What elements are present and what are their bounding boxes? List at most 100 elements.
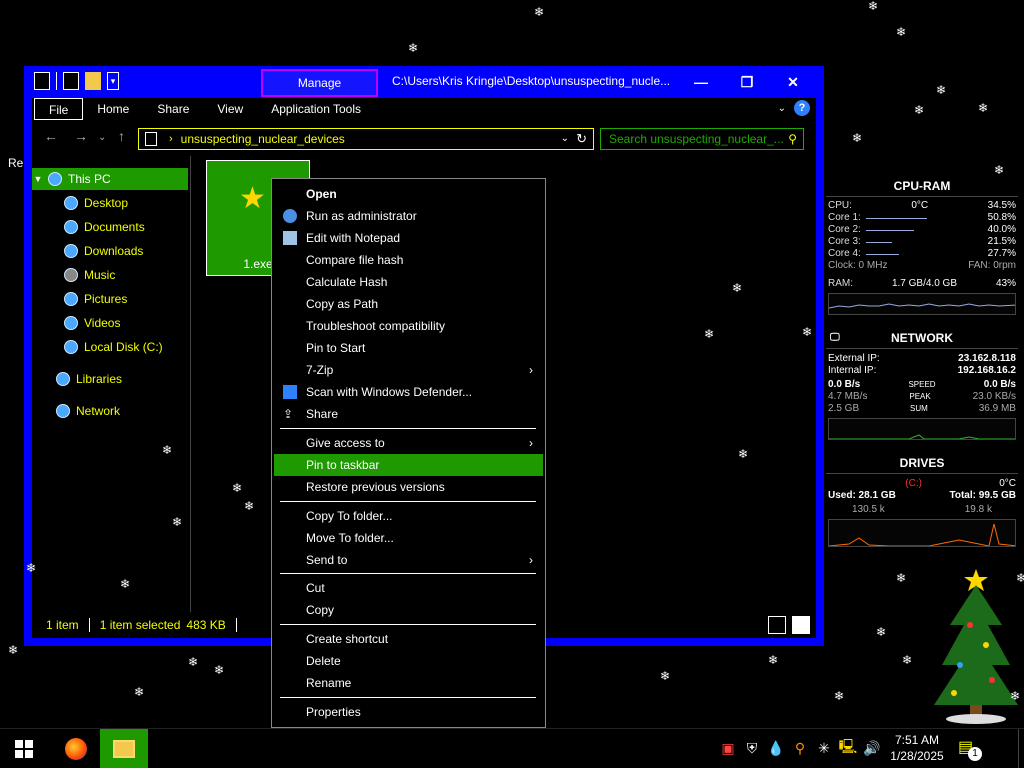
refresh-icon[interactable]: ↻ <box>576 131 587 147</box>
collapse-arrow-icon[interactable]: ▼ <box>32 168 44 190</box>
address-bar[interactable]: › unsuspecting_nuclear_devices ⌄ ↻ <box>138 128 594 150</box>
customize-toolbar-dropdown[interactable]: ▾ <box>107 72 119 90</box>
sidebar-item-documents[interactable]: Documents <box>64 216 145 238</box>
menu-item-label: Copy as Path <box>306 297 379 311</box>
breadcrumb-chevron-icon[interactable]: › <box>169 133 173 145</box>
close-button[interactable]: ✕ <box>770 68 816 96</box>
external-ip: 23.162.8.118 <box>958 353 1016 364</box>
sidebar-item-network[interactable]: Network <box>56 400 120 422</box>
sidebar-item-desktop[interactable]: Desktop <box>64 192 128 214</box>
network-graph-line <box>829 434 1015 439</box>
menu-item-copy[interactable]: Copy <box>274 599 543 621</box>
sidebar-item-pictures[interactable]: Pictures <box>64 288 127 310</box>
notification-center-button[interactable]: ▤ 1 <box>958 737 982 761</box>
breadcrumb[interactable]: unsuspecting_nuclear_devices <box>181 132 345 146</box>
tab-application-tools[interactable]: Application Tools <box>257 98 375 120</box>
title-bar[interactable]: ▾ Manage C:\Users\Kris Kringle\Desktop\u… <box>24 66 824 98</box>
upload-speed: 0.0 B/s <box>983 379 1016 390</box>
back-arrow-icon[interactable]: ← <box>44 128 58 144</box>
menu-item-compare-file-hash[interactable]: Compare file hash <box>274 249 543 271</box>
tray-droplet-icon[interactable]: 💧 <box>766 735 786 761</box>
tab-share[interactable]: Share <box>143 98 203 120</box>
sidebar-item-local-disk[interactable]: Local Disk (C:) <box>64 336 163 358</box>
start-button[interactable] <box>0 729 48 768</box>
sidebar-item-downloads[interactable]: Downloads <box>64 240 143 262</box>
checklist-icon[interactable] <box>63 72 79 90</box>
menu-item-send-to[interactable]: Send to › <box>274 549 543 571</box>
help-icon[interactable]: ? <box>794 100 810 116</box>
menu-item-move-to-folder[interactable]: Move To folder... <box>274 527 543 549</box>
details-view-icon[interactable] <box>768 616 786 634</box>
drive-read-speed: 130.5 k <box>852 504 885 515</box>
address-dropdown-icon[interactable]: ⌄ <box>561 133 569 144</box>
manage-tab[interactable]: Manage <box>261 69 378 97</box>
menu-item-delete[interactable]: Delete <box>274 650 543 672</box>
menu-item-copy-to-folder[interactable]: Copy To folder... <box>274 505 543 527</box>
menu-item-restore-previous[interactable]: Restore previous versions <box>274 476 543 498</box>
network-gadget[interactable]: 🖵 NETWORK External IP: 23.162.8.118 Inte… <box>826 327 1018 447</box>
sidebar-item-label: Documents <box>84 220 145 234</box>
menu-separator <box>280 624 536 625</box>
expand-ribbon-icon[interactable]: ⌄ <box>778 103 786 114</box>
search-icon[interactable]: ⚲ <box>788 129 797 149</box>
gadget-title: DRIVES <box>826 452 1018 474</box>
sidebar-item-music[interactable]: Music <box>64 264 115 286</box>
taskbar-clock[interactable]: 7:51 AM 1/28/2025 <box>888 732 946 764</box>
tab-file[interactable]: File <box>34 98 84 120</box>
menu-item-open[interactable]: Open <box>274 183 543 205</box>
core-row: Core 3: 21.5% <box>826 236 1018 248</box>
menu-item-pin-to-taskbar[interactable]: Pin to taskbar <box>274 454 543 476</box>
peak-label: PEAK <box>909 392 931 401</box>
external-ip-label: External IP: <box>828 353 880 364</box>
tab-home[interactable]: Home <box>83 98 143 120</box>
drives-gadget[interactable]: DRIVES (C:) 0°C Used: 28.1 GB Total: 99.… <box>826 452 1018 548</box>
minimize-button[interactable]: — <box>678 68 724 96</box>
sidebar-item-this-pc[interactable]: ▼ This PC <box>32 168 188 190</box>
menu-item-calculate-hash[interactable]: Calculate Hash <box>274 271 543 293</box>
snowflake-icon: ❄ <box>896 571 907 585</box>
menu-item-7zip[interactable]: 7-Zip › <box>274 359 543 381</box>
menu-item-label: Give access to <box>306 436 385 450</box>
taskbar-firefox[interactable] <box>52 729 100 768</box>
menu-item-create-shortcut[interactable]: Create shortcut <box>274 628 543 650</box>
menu-item-pin-to-start[interactable]: Pin to Start <box>274 337 543 359</box>
menu-item-give-access[interactable]: Give access to › <box>274 432 543 454</box>
documents-icon <box>64 220 78 234</box>
maximize-button[interactable]: ❐ <box>724 68 770 96</box>
properties-icon[interactable] <box>34 72 50 90</box>
notepad-icon <box>283 231 297 245</box>
forward-arrow-icon[interactable]: → <box>74 128 88 144</box>
large-icons-view-icon[interactable] <box>792 616 810 634</box>
volume-icon[interactable]: 🔊 <box>862 735 882 761</box>
menu-item-properties[interactable]: Properties <box>274 701 543 723</box>
cpu-ram-gadget[interactable]: CPU-RAM CPU: 0°C 34.5% Core 1: 50.8% Cor… <box>826 175 1018 323</box>
recent-locations-icon[interactable]: ⌄ <box>98 132 106 143</box>
recycle-bin-label[interactable]: Re <box>8 156 23 170</box>
computer-icon <box>48 172 62 186</box>
menu-item-label: Copy To folder... <box>306 509 393 523</box>
new-folder-icon[interactable] <box>85 72 101 90</box>
sidebar-item-libraries[interactable]: Libraries <box>56 368 122 390</box>
menu-item-edit-with-notepad[interactable]: Edit with Notepad <box>274 227 543 249</box>
menu-item-troubleshoot[interactable]: Troubleshoot compatibility <box>274 315 543 337</box>
search-input[interactable]: Search unsuspecting_nuclear_... ⚲ <box>600 128 804 150</box>
tray-search-icon[interactable]: ⚲ <box>790 735 810 761</box>
sidebar-item-videos[interactable]: Videos <box>64 312 120 334</box>
menu-item-scan-defender[interactable]: Scan with Windows Defender... <box>274 381 543 403</box>
ram-graph-line <box>829 303 1015 309</box>
tray-snowflake-icon[interactable]: ✳ <box>814 735 834 761</box>
sidebar-item-label: Network <box>76 404 121 418</box>
tray-shield-icon[interactable]: ⛨ <box>742 735 762 761</box>
menu-item-share[interactable]: ⇪ Share <box>274 403 543 425</box>
tab-view[interactable]: View <box>203 98 257 120</box>
menu-item-rename[interactable]: Rename <box>274 672 543 694</box>
tray-app-icon[interactable]: ▣ <box>718 735 738 761</box>
up-arrow-icon[interactable]: ↑ <box>118 128 125 144</box>
menu-item-copy-as-path[interactable]: Copy as Path <box>274 293 543 315</box>
menu-item-cut[interactable]: Cut <box>274 577 543 599</box>
taskbar-file-explorer[interactable] <box>100 729 148 768</box>
christmas-tree-decoration <box>934 569 1018 724</box>
menu-item-run-as-administrator[interactable]: Run as administrator <box>274 205 543 227</box>
tray-network-icon[interactable]: 🖳 <box>838 735 858 761</box>
show-desktop-button[interactable] <box>1018 729 1024 768</box>
